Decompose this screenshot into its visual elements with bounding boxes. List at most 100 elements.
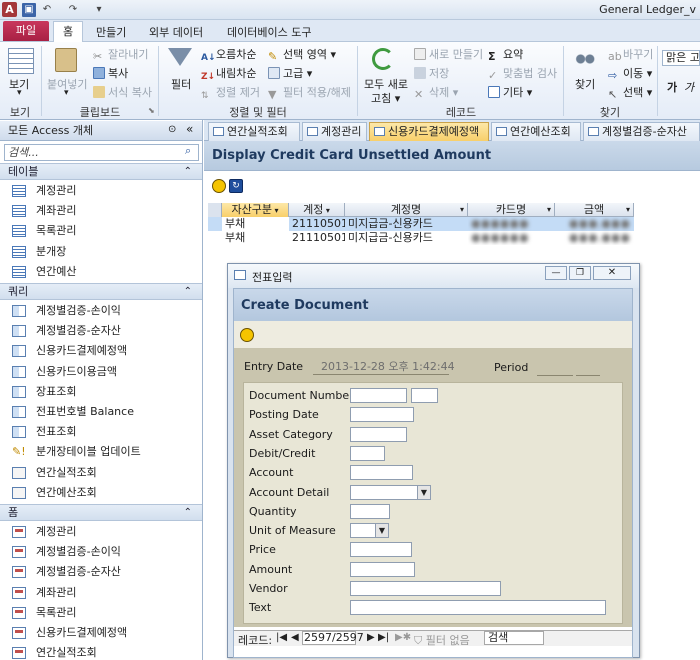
nav-item[interactable]: 연간예산	[0, 262, 202, 282]
doc-tab-annual-budget[interactable]: 연간예산조회	[491, 122, 581, 141]
column-header-asset-type[interactable]: 자산구분 ▾	[222, 203, 289, 217]
cell-account-name[interactable]: 미지급금-신용카드	[345, 231, 468, 245]
record-search-input[interactable]: 검색	[484, 631, 544, 645]
nav-item[interactable]: 연간실적조회	[0, 463, 202, 483]
period-field-1[interactable]	[537, 361, 573, 376]
nav-item[interactable]: 신용카드결제예정액	[0, 341, 202, 361]
column-header-amount[interactable]: 금액 ▾	[555, 203, 634, 217]
column-header-account[interactable]: 계정 ▾	[289, 203, 345, 217]
paste-icon[interactable]	[55, 48, 77, 72]
nav-section-queries[interactable]: 쿼리 ⌃	[0, 283, 202, 300]
document-number-suffix-input[interactable]	[411, 388, 438, 403]
tab-file[interactable]: 파일	[3, 21, 49, 41]
price-input[interactable]	[350, 542, 412, 558]
bold-button[interactable]: 가	[667, 79, 677, 95]
cut-button[interactable]: 잘라내기	[108, 48, 148, 61]
remove-sort-button[interactable]: 정렬 제거	[216, 86, 260, 99]
nav-item[interactable]: 신용카드결제예정액	[0, 623, 202, 643]
table-row[interactable]: 부채 21110501 미지급금-신용카드 ●●●●●● ●●●,●●●	[208, 231, 634, 245]
access-app-icon[interactable]: A	[2, 2, 17, 17]
vendor-input[interactable]	[350, 581, 501, 596]
nav-item[interactable]: 연간실적조회	[0, 643, 202, 660]
nav-item[interactable]: 계정관리	[0, 181, 202, 201]
cell-account[interactable]: 21110501	[289, 217, 345, 231]
cell-asset-type[interactable]: 부채	[222, 217, 289, 231]
nav-item[interactable]: 계좌관리	[0, 583, 202, 603]
tab-create[interactable]: 만들기	[96, 24, 126, 41]
new-record-button[interactable]: 새로 만들기	[429, 48, 483, 61]
nav-item[interactable]: 계정별검증-순자산	[0, 562, 202, 582]
nav-item[interactable]: 계좌관리	[0, 201, 202, 221]
doc-tab-credit-card-settlement[interactable]: 신용카드결제예정액	[369, 122, 489, 141]
nav-item[interactable]: 계정별검증-손이익	[0, 542, 202, 562]
collapse-chevron-icon[interactable]: ⌃	[184, 505, 192, 520]
sort-ascending-button[interactable]: 오름차순	[216, 48, 256, 61]
font-name-box[interactable]: 맑은 고	[662, 50, 700, 66]
spelling-button[interactable]: 맞춤법 검사	[503, 67, 557, 80]
posting-date-input[interactable]	[350, 407, 414, 423]
nav-item[interactable]: 전표번호별 Balance	[0, 402, 202, 422]
filter-status[interactable]: ⛉ 필터 없음	[414, 632, 470, 648]
dialog-launcher-icon[interactable]: ⬊	[148, 106, 155, 115]
unit-of-measure-input[interactable]: ▼	[350, 523, 389, 539]
select-all-corner[interactable]	[208, 203, 222, 217]
amount-input[interactable]	[350, 561, 415, 577]
asset-category-input[interactable]	[350, 426, 407, 442]
refresh-icon[interactable]: ↻	[229, 179, 243, 193]
document-number-input[interactable]	[350, 388, 407, 403]
nav-item[interactable]: 신용카드이용금액	[0, 362, 202, 382]
nav-item[interactable]: 계정관리	[0, 522, 202, 542]
new-record-icon[interactable]: ▶✱	[395, 632, 411, 643]
customize-icon[interactable]: ▾	[92, 3, 106, 17]
restore-icon[interactable]: ❐	[569, 266, 591, 280]
more-button[interactable]: 기타	[503, 86, 523, 99]
select-button[interactable]: 선택	[623, 86, 643, 99]
nav-item[interactable]: 전표조회	[0, 422, 202, 442]
nav-item[interactable]: 목록관리	[0, 221, 202, 241]
cell-amount[interactable]: ●●●,●●●	[555, 217, 634, 231]
nav-item[interactable]: 장표조회	[0, 382, 202, 402]
nav-item[interactable]: 연간예산조회	[0, 483, 202, 503]
doc-tab-annual-actual[interactable]: 연간실적조회	[208, 122, 300, 141]
collapse-chevron-icon[interactable]: ⌃	[184, 164, 192, 179]
text-input[interactable]	[350, 600, 606, 616]
nav-section-tables[interactable]: 테이블 ⌃	[0, 163, 202, 180]
tab-external-data[interactable]: 외부 데이터	[149, 24, 203, 41]
advanced-button[interactable]: 고급	[283, 67, 303, 80]
sort-descending-button[interactable]: 내림차순	[216, 67, 256, 80]
cell-account-name[interactable]: 미지급금-신용카드	[345, 217, 468, 231]
next-record-icon[interactable]: ▶	[367, 632, 375, 643]
column-header-account-name[interactable]: 계정명 ▾	[345, 203, 468, 217]
quantity-input[interactable]	[350, 503, 390, 519]
nav-item[interactable]: 계정별검증-손이익	[0, 301, 202, 321]
nav-section-forms[interactable]: 폼 ⌃	[0, 504, 202, 521]
cell-card-name[interactable]: ●●●●●●	[468, 217, 555, 231]
first-record-icon[interactable]: |◀	[276, 632, 287, 643]
undo-icon[interactable]: ↶	[40, 3, 54, 17]
find-button[interactable]: 찾기	[575, 76, 595, 92]
column-header-card-name[interactable]: 카드명 ▾	[468, 203, 555, 217]
chevron-down-icon[interactable]: ▼	[417, 485, 430, 499]
minimize-icon[interactable]: —	[545, 266, 567, 280]
period-field-2[interactable]	[576, 361, 600, 376]
filter-icon[interactable]	[168, 48, 192, 66]
selection-button[interactable]: 선택 영역	[283, 48, 327, 61]
nav-item[interactable]: ✎! 분개장테이블 업데이트	[0, 442, 202, 462]
doc-tab-account-verify-net-assets[interactable]: 계정별검증-순자산	[583, 122, 700, 141]
nav-menu-dropdown-icon[interactable]: ⊙	[168, 124, 176, 135]
nav-item[interactable]: 분개장	[0, 242, 202, 262]
nav-item[interactable]: 계정별검증-순자산	[0, 321, 202, 341]
home-nav-icon[interactable]	[212, 179, 226, 193]
chevron-down-icon[interactable]: ▼	[375, 524, 388, 538]
redo-icon[interactable]: ↷	[66, 3, 80, 17]
format-painter-button[interactable]: 서식 복사	[108, 86, 152, 99]
binoculars-icon[interactable]	[574, 50, 596, 68]
nav-item[interactable]: 목록관리	[0, 603, 202, 623]
collapse-chevron-icon[interactable]: ⌃	[184, 284, 192, 299]
close-icon[interactable]: ✕	[593, 266, 631, 280]
toggle-filter-button[interactable]: 필터 적용/해제	[283, 86, 351, 99]
filter-button[interactable]: 필터	[171, 76, 191, 92]
cell-account[interactable]: 21110501	[289, 231, 345, 245]
prev-record-icon[interactable]: ◀	[291, 632, 299, 643]
refresh-all-icon[interactable]	[372, 48, 394, 70]
